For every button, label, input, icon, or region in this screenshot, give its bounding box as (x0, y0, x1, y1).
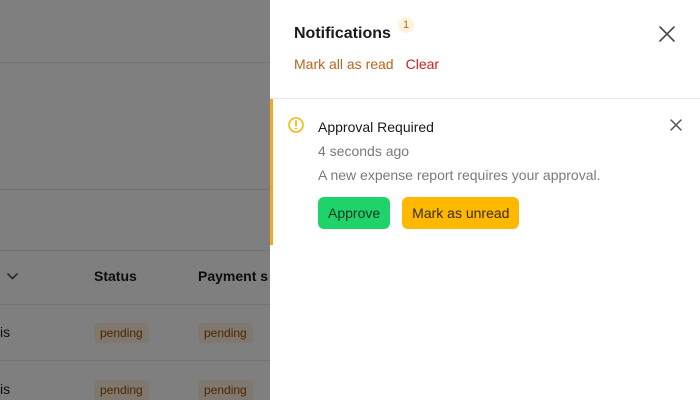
notification-item[interactable]: Approval Required 4 seconds ago A new ex… (270, 99, 700, 245)
unread-count-badge: 1 (398, 17, 414, 33)
clear-link[interactable]: Clear (406, 56, 439, 72)
screen: Status Payment s is pending pending is p… (0, 0, 700, 400)
notification-title: Approval Required (318, 119, 434, 135)
close-icon[interactable] (656, 23, 678, 45)
warning-circle-icon (287, 116, 305, 134)
mark-all-read-link[interactable]: Mark all as read (294, 56, 394, 72)
notification-actions: Approve Mark as unread (318, 197, 520, 229)
notification-timestamp: 4 seconds ago (318, 143, 410, 159)
notifications-drawer: Notifications 1 Mark all as read Clear A… (270, 0, 700, 400)
drawer-actions: Mark all as read Clear (294, 56, 439, 72)
notification-accent-bar (270, 99, 273, 245)
close-icon[interactable] (668, 117, 684, 133)
mark-as-unread-button[interactable]: Mark as unread (402, 197, 520, 229)
drawer-title: Notifications (294, 25, 391, 42)
drawer-header: Notifications 1 Mark all as read Clear (270, 0, 700, 99)
approve-button[interactable]: Approve (318, 197, 391, 229)
notification-message: A new expense report requires your appro… (318, 167, 601, 183)
